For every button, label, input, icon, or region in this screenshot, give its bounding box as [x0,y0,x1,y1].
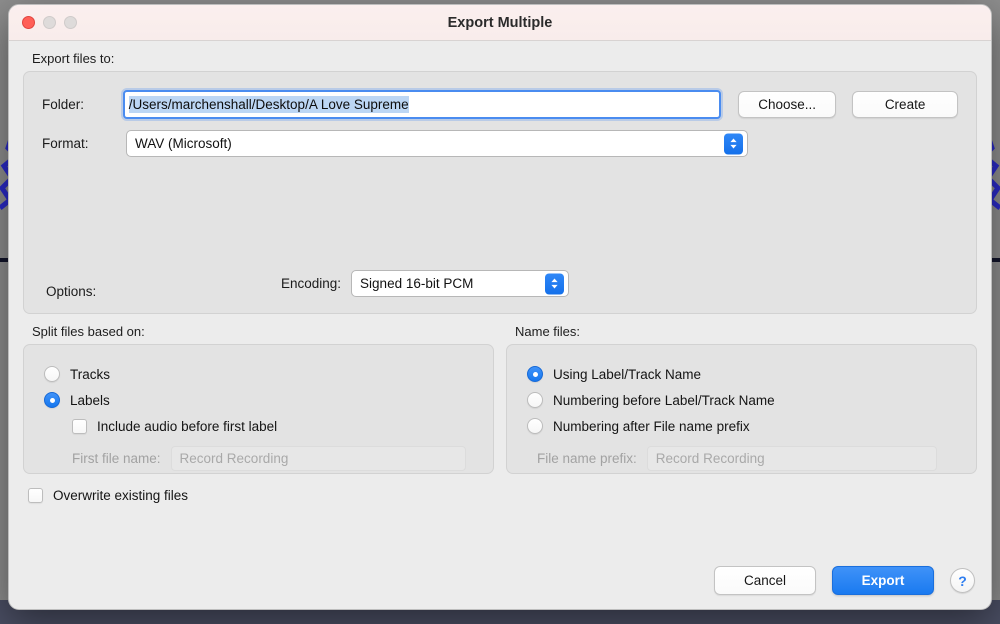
checkbox-include-audio[interactable]: Include audio before first label [24,413,493,439]
radio-button-selected-icon [44,392,60,408]
radio-button-icon [527,418,543,434]
create-button[interactable]: Create [852,91,958,118]
checkbox-overwrite-label: Overwrite existing files [53,488,188,503]
encoding-row: Encoding: Signed 16-bit PCM [281,270,569,297]
folder-row: Folder: /Users/marchenshall/Desktop/A Lo… [42,90,958,119]
chevron-updown-icon [545,273,564,294]
export-multiple-dialog: Export Multiple Export files to: Folder:… [8,4,992,610]
file-name-prefix-row: File name prefix: Record Recording [507,446,976,471]
checkbox-icon [28,488,43,503]
title-bar[interactable]: Export Multiple [9,5,991,41]
export-files-to-label: Export files to: [32,51,977,66]
format-row: Format: WAV (Microsoft) [42,130,958,157]
radio-button-selected-icon [527,366,543,382]
format-label: Format: [42,136,126,151]
options-label: Options: [46,284,96,299]
export-button[interactable]: Export [832,566,934,595]
file-name-prefix-label: File name prefix: [537,451,637,466]
options-columns: Tracks Labels Include audio before first… [23,344,977,474]
minimize-button-icon[interactable] [43,16,56,29]
encoding-select[interactable]: Signed 16-bit PCM [351,270,569,297]
first-file-name-label: First file name: [72,451,161,466]
group-labels-row: Split files based on: Name files: [23,314,977,344]
format-select[interactable]: WAV (Microsoft) [126,130,748,157]
radio-split-labels-label: Labels [70,393,110,408]
radio-button-icon [527,392,543,408]
radio-numbering-after[interactable]: Numbering after File name prefix [507,413,976,439]
zoom-button-icon[interactable] [64,16,77,29]
folder-input[interactable]: /Users/marchenshall/Desktop/A Love Supre… [123,90,721,119]
choose-button[interactable]: Choose... [738,91,836,118]
split-files-label: Split files based on: [32,324,494,339]
dialog-body: Export files to: Folder: /Users/marchens… [9,51,991,503]
checkbox-include-audio-label: Include audio before first label [97,419,277,434]
dialog-footer: Cancel Export ? [714,566,975,595]
radio-split-labels[interactable]: Labels [24,387,493,413]
cancel-button[interactable]: Cancel [714,566,816,595]
split-files-panel: Tracks Labels Include audio before first… [23,344,494,474]
checkbox-icon [72,419,87,434]
radio-numbering-before[interactable]: Numbering before Label/Track Name [507,387,976,413]
chevron-updown-icon [724,133,743,154]
file-name-prefix-input: Record Recording [647,446,937,471]
help-button[interactable]: ? [950,568,975,593]
folder-input-value: /Users/marchenshall/Desktop/A Love Supre… [129,96,409,113]
name-files-panel: Using Label/Track Name Numbering before … [506,344,977,474]
export-files-to-panel: Folder: /Users/marchenshall/Desktop/A Lo… [23,71,977,314]
radio-numbering-after-label: Numbering after File name prefix [553,419,750,434]
file-name-prefix-placeholder: Record Recording [656,451,765,466]
radio-button-icon [44,366,60,382]
window-controls [22,16,77,29]
encoding-label: Encoding: [281,276,341,291]
checkbox-overwrite-existing-files[interactable]: Overwrite existing files [28,488,977,503]
close-button-icon[interactable] [22,16,35,29]
radio-split-tracks-label: Tracks [70,367,110,382]
radio-using-label-track-name-label: Using Label/Track Name [553,367,701,382]
radio-split-tracks[interactable]: Tracks [24,361,493,387]
name-files-label: Name files: [515,324,977,339]
format-select-value: WAV (Microsoft) [135,136,232,151]
radio-numbering-before-label: Numbering before Label/Track Name [553,393,775,408]
window-title: Export Multiple [9,15,991,31]
folder-label: Folder: [42,97,123,112]
encoding-select-value: Signed 16-bit PCM [360,276,473,291]
first-file-name-row: First file name: Record Recording [24,446,493,471]
first-file-name-input: Record Recording [171,446,466,471]
radio-using-label-track-name[interactable]: Using Label/Track Name [507,361,976,387]
first-file-name-placeholder: Record Recording [180,451,289,466]
